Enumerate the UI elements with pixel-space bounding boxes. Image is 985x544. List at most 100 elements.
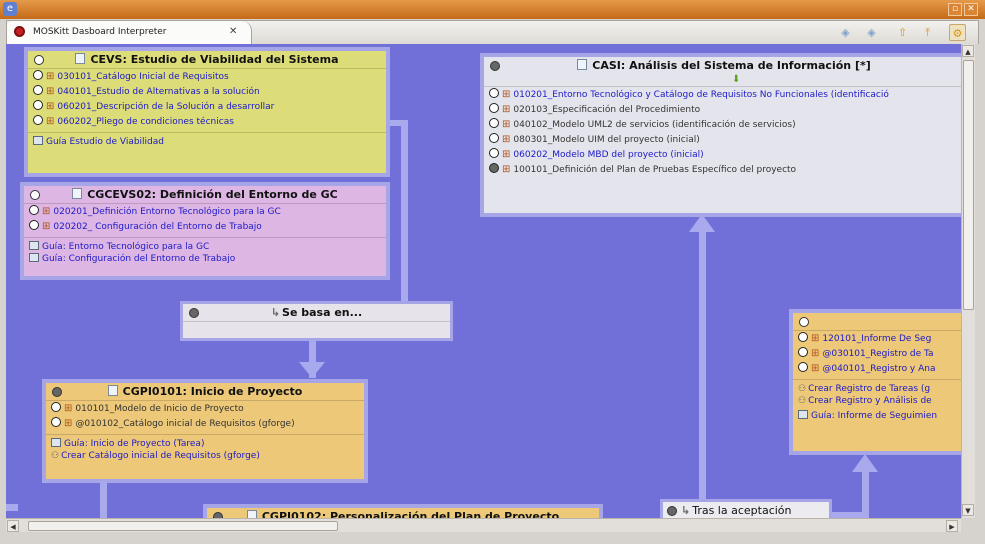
list-item[interactable]: ⊞ 060202_Pliego de condiciones técnicas <box>28 114 386 129</box>
artifact-icon: ⊞ <box>46 86 55 97</box>
tag-icon[interactable]: ◈ <box>837 24 854 41</box>
horizontal-scrollbar[interactable]: ◀ ▶ <box>6 518 961 532</box>
artifact-icon: ⊞ <box>811 348 820 359</box>
status-dot[interactable] <box>798 362 808 372</box>
guide-link[interactable]: Guía: Inicio de Proyecto (Tarea) <box>46 434 364 449</box>
list-item[interactable]: ⊞ 040102_Modelo UML2 de servicios (identi… <box>484 117 961 132</box>
status-dot[interactable] <box>29 205 39 215</box>
condition-box-tras-aceptacion[interactable]: ↳ Tras la aceptación <box>660 499 832 518</box>
connector <box>401 120 408 303</box>
guide-link[interactable]: Guía Estudio de Viabilidad <box>28 132 386 147</box>
status-dot[interactable] <box>798 347 808 357</box>
list-item[interactable]: ⊞ @040101_Registro y Ana <box>793 361 961 376</box>
list-item[interactable]: ⊞ 040101_Estudio de Alternativas a la sol… <box>28 84 386 99</box>
task-box-cgcevs02[interactable]: CGCEVS02: Definición del Entorno de GC ⊞… <box>20 182 390 280</box>
status-dot[interactable] <box>798 332 808 342</box>
artifact-icon: ⊞ <box>46 71 55 82</box>
list-item[interactable]: ⊞ 060202_Modelo MBD del proyecto (inicial… <box>484 147 961 162</box>
guide-link[interactable]: Guía: Informe de Seguimien <box>793 409 961 424</box>
artifact-icon: ⊞ <box>64 418 73 429</box>
action-link[interactable]: ⚇ Crear Catálogo inicial de Requisitos (g… <box>46 449 364 464</box>
artifact-icon: ⊞ <box>46 116 55 127</box>
artifact-icon: ⊞ <box>502 104 511 115</box>
task-box-cgpi0102[interactable]: CGPI0102: Personalización del Plan de Pr… <box>203 504 603 518</box>
status-dot[interactable] <box>489 103 499 113</box>
tab-dashboard-interpreter[interactable]: MOSKitt Dasboard Interpreter ✕ <box>7 21 252 44</box>
status-dot[interactable] <box>489 163 499 173</box>
status-dot[interactable] <box>51 402 61 412</box>
vertical-scrollbar[interactable]: ▲ ▼ <box>961 44 975 518</box>
box-title: CGCEVS02: Definición del Entorno de GC <box>87 188 338 201</box>
action-link[interactable]: ⚇ Crear Registro de Tareas (g <box>793 379 961 394</box>
list-item[interactable]: ⊞ 020201_Definición Entorno Tecnológico p… <box>24 204 386 219</box>
artifact-icon: ⊞ <box>502 119 511 130</box>
task-box-casi[interactable]: CASI: Análisis del Sistema de Informació… <box>480 53 961 217</box>
status-dot[interactable] <box>33 115 43 125</box>
status-dot[interactable] <box>33 85 43 95</box>
list-item[interactable]: ⊞ 010201_Entorno Tecnológico y Catálogo d… <box>484 87 961 102</box>
task-box-cgpi0101[interactable]: CGPI0101: Inicio de Proyecto ⊞ 010101_Mod… <box>42 379 368 483</box>
status-dot[interactable] <box>667 506 677 516</box>
minimize-button[interactable]: ▫ <box>948 3 962 16</box>
scroll-down-icon[interactable]: ▼ <box>962 504 974 516</box>
status-dot[interactable] <box>799 317 809 327</box>
status-dot[interactable] <box>489 133 499 143</box>
task-icon <box>107 385 118 396</box>
task-icon <box>75 53 86 64</box>
app-menu-icon[interactable]: e <box>3 2 17 16</box>
close-window-button[interactable]: ✕ <box>964 3 978 16</box>
list-item[interactable]: ⊞ 120101_Informe De Seg <box>793 331 961 346</box>
list-item[interactable]: ⊞ 080301_Modelo UIM del proyecto (inicial… <box>484 132 961 147</box>
status-dot[interactable] <box>29 220 39 230</box>
condition-box-se-basa[interactable]: ↳ Se basa en... <box>180 301 453 341</box>
artifact-icon: ⊞ <box>64 403 73 414</box>
window-titlebar: e ▫ ✕ <box>0 0 985 19</box>
link-icon: ↳ <box>270 306 281 319</box>
tab-close-icon[interactable]: ✕ <box>229 26 237 37</box>
list-item[interactable]: ⊞ 060201_Descripción de la Solución a des… <box>28 99 386 114</box>
status-dot[interactable] <box>489 148 499 158</box>
list-item[interactable]: ⊞ 020103_Especificación del Procedimiento <box>484 102 961 117</box>
artifact-icon: ⊞ <box>502 134 511 145</box>
artifact-icon: ⊞ <box>811 363 820 374</box>
status-dot[interactable] <box>33 100 43 110</box>
dashboard-canvas: CEVS: Estudio de Viabilidad del Sistema … <box>6 44 961 518</box>
status-dot[interactable] <box>51 417 61 427</box>
vertical-scroll-thumb[interactable] <box>963 60 974 310</box>
magnifier-icon <box>14 26 25 37</box>
action-icon: ⚇ <box>798 396 807 406</box>
guide-link[interactable]: Guía: Configuración del Entorno de Traba… <box>24 252 386 267</box>
scroll-up-icon[interactable]: ▲ <box>962 45 974 57</box>
artifact-icon: ⊞ <box>502 89 511 100</box>
horizontal-scroll-thumb[interactable] <box>28 521 338 531</box>
guide-link[interactable]: Guía: Entorno Tecnológico para la GC <box>24 237 386 252</box>
action-link[interactable]: ⚇ Crear Registro y Análisis de <box>793 394 961 409</box>
list-item[interactable]: ⊞ @010102_Catálogo inicial de Requisitos … <box>46 416 364 431</box>
tag-multi-icon[interactable]: ◈ <box>863 24 880 41</box>
list-item[interactable]: ⊞ 100101_Definición del Plan de Pruebas E… <box>484 162 961 177</box>
guide-icon <box>51 438 61 447</box>
box-title: CASI: Análisis del Sistema de Informació… <box>592 59 871 72</box>
arrow-up-icon[interactable]: ⇧ <box>894 24 911 41</box>
task-box-seguimiento[interactable]: ⊞ 120101_Informe De Seg ⊞ @030101_Registro… <box>789 309 961 455</box>
artifact-icon: ⊞ <box>811 333 820 344</box>
scroll-right-icon[interactable]: ▶ <box>946 520 958 532</box>
arrow-top-icon[interactable]: ⤒ <box>919 24 936 41</box>
status-dot[interactable] <box>489 88 499 98</box>
list-item[interactable]: ⊞ 020202_ Configuración del Entorno de Tr… <box>24 219 386 234</box>
arrowhead <box>852 454 878 472</box>
artifact-icon: ⊞ <box>502 164 511 175</box>
guide-icon <box>33 136 43 145</box>
guide-icon <box>798 410 808 419</box>
status-dot[interactable] <box>33 70 43 80</box>
task-icon <box>72 188 83 199</box>
list-item[interactable]: ⊞ 010101_Modelo de Inicio de Proyecto <box>46 401 364 416</box>
list-item[interactable]: ⊞ 030101_Catálogo Inicial de Requisitos <box>28 69 386 84</box>
artifact-icon: ⊞ <box>46 101 55 112</box>
settings-icon[interactable]: ⚙ <box>949 24 966 41</box>
status-dot[interactable] <box>489 118 499 128</box>
list-item[interactable]: ⊞ @030101_Registro de Ta <box>793 346 961 361</box>
task-box-cevs[interactable]: CEVS: Estudio de Viabilidad del Sistema … <box>24 47 390 177</box>
editor-tabbar: MOSKitt Dasboard Interpreter ✕ ◈ ◈ ⇧ ⤒ ⚙ <box>6 20 979 44</box>
scroll-left-icon[interactable]: ◀ <box>7 520 19 532</box>
